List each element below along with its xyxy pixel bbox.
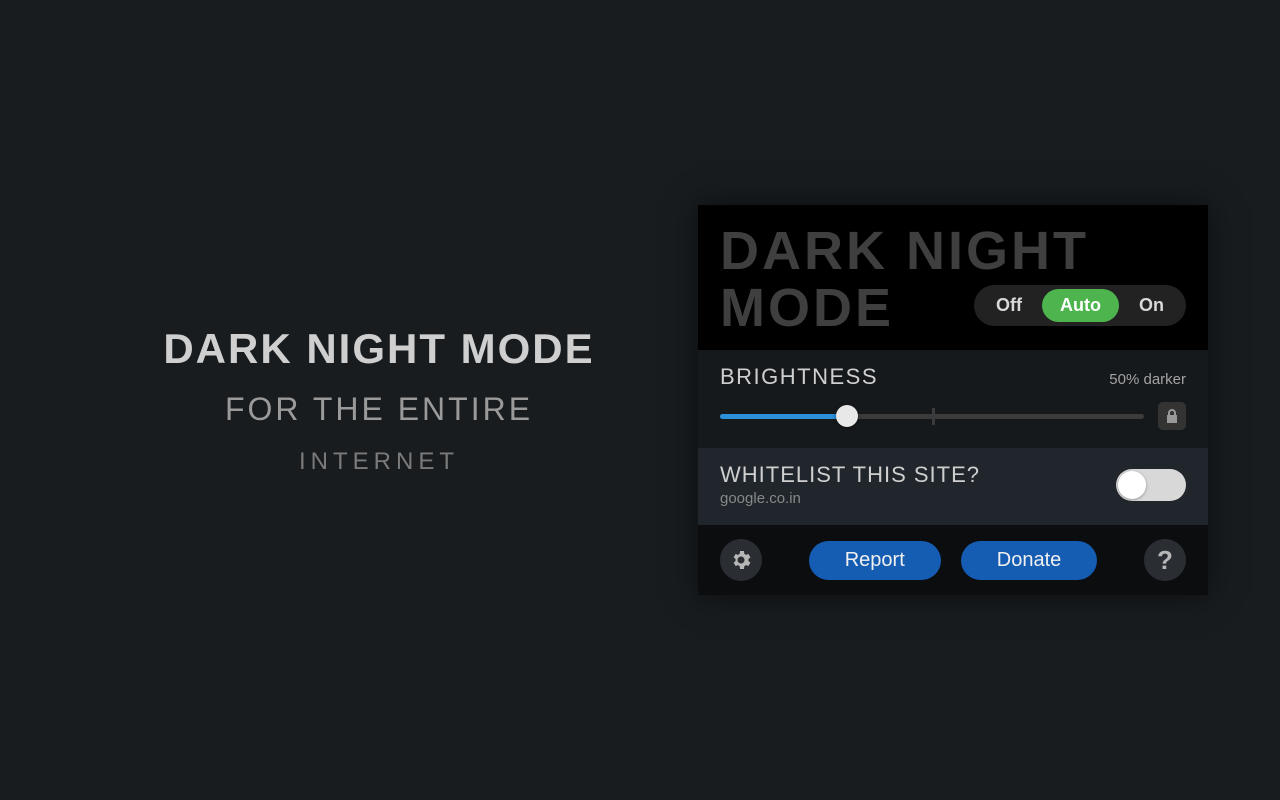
mode-toggle-group: Off Auto On — [974, 285, 1186, 326]
help-icon: ? — [1157, 545, 1173, 576]
mode-auto-button[interactable]: Auto — [1042, 289, 1119, 322]
promo-headline: DARK NIGHT MODE — [163, 325, 594, 373]
whitelist-site: google.co.in — [720, 490, 980, 507]
promo-subhead-1: FOR THE ENTIRE — [225, 391, 533, 428]
brightness-slider[interactable] — [720, 405, 1144, 427]
brightness-header: BRIGHTNESS 50% darker — [720, 364, 1186, 390]
brightness-label: BRIGHTNESS — [720, 364, 878, 390]
whitelist-toggle[interactable] — [1116, 469, 1186, 501]
popup-footer: Report Donate ? — [698, 525, 1208, 595]
promo-text: DARK NIGHT MODE FOR THE ENTIRE INTERNET — [0, 325, 698, 476]
extension-popup: DARK NIGHT MODE Off Auto On BRIGHTNESS 5… — [698, 205, 1208, 595]
popup-logo-line1: DARK NIGHT — [720, 223, 1186, 280]
brightness-value: 50% darker — [1109, 371, 1186, 388]
help-button[interactable]: ? — [1144, 539, 1186, 581]
whitelist-section: WHITELIST THIS SITE? google.co.in — [698, 448, 1208, 525]
mode-on-button[interactable]: On — [1121, 289, 1182, 322]
promo-subhead-2: INTERNET — [299, 448, 459, 476]
popup-header: DARK NIGHT MODE Off Auto On — [698, 205, 1208, 350]
whitelist-label: WHITELIST THIS SITE? — [720, 462, 980, 488]
whitelist-toggle-knob — [1118, 471, 1146, 499]
report-button[interactable]: Report — [809, 541, 941, 580]
brightness-section: BRIGHTNESS 50% darker — [698, 350, 1208, 448]
gear-icon — [729, 548, 753, 572]
donate-button[interactable]: Donate — [961, 541, 1098, 580]
brightness-slider-thumb[interactable] — [836, 405, 858, 427]
brightness-lock-button[interactable] — [1158, 402, 1186, 430]
settings-button[interactable] — [720, 539, 762, 581]
lock-icon — [1165, 408, 1179, 424]
mode-off-button[interactable]: Off — [978, 289, 1040, 322]
